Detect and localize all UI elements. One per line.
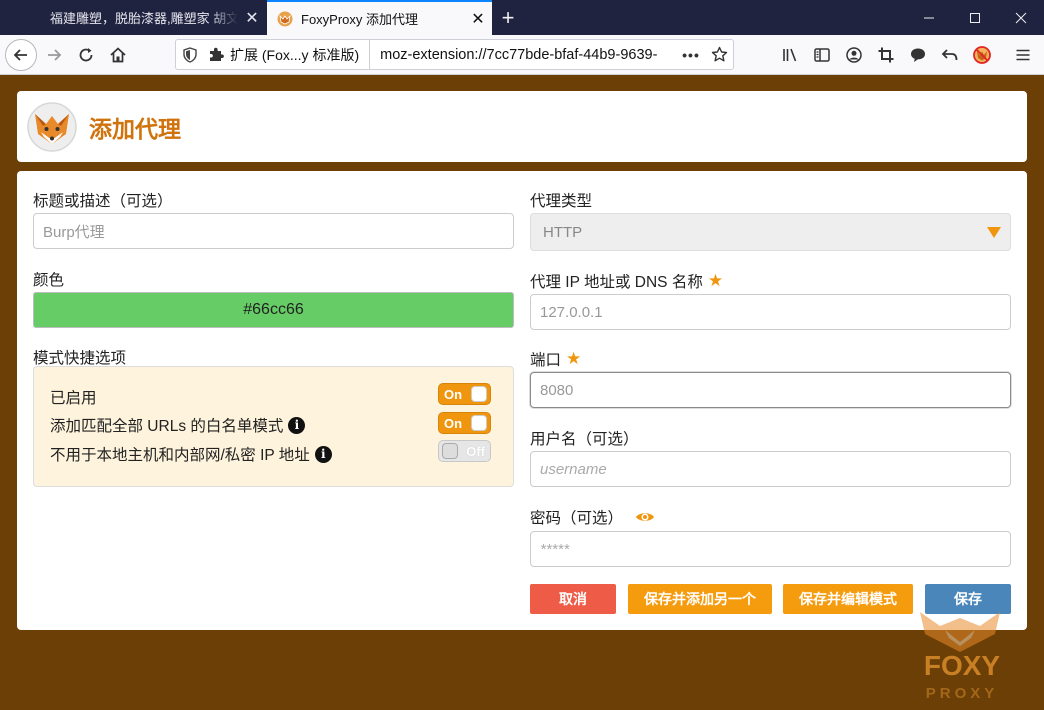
pattern-options-label: 模式快捷选项 [33,350,127,367]
password-label-text: 密码（可选） [530,510,624,527]
forward-icon[interactable] [38,39,70,71]
color-picker[interactable]: #66cc66 [33,292,514,328]
extension-identity[interactable]: 扩展 (Fox...y 标准版) [204,40,371,69]
caret-down-icon [987,227,1001,238]
close-tab-icon[interactable]: ✕ [238,4,266,32]
back-icon[interactable] [5,39,37,71]
proxy-host-input[interactable]: 127.0.0.1 [530,294,1011,330]
tab-label: FoxyProxy 添加代理 [301,12,419,27]
port-label: 端口 ★ [530,348,581,370]
close-tab-icon[interactable]: ✕ [464,5,492,33]
account-icon[interactable] [838,39,870,71]
option-label: 不用于本地主机和内部网/私密 IP 地址 [50,447,310,464]
port-label-text: 端口 [530,352,562,369]
cancel-button[interactable]: 取消 [530,584,616,614]
tracking-shield-icon[interactable] [176,46,204,63]
tab-label: 福建雕塑，脱胎漆器,雕塑家 胡文平 [50,11,238,26]
save-and-add-another-button[interactable]: 保存并添加另一个 [628,584,772,614]
proxy-form: 标题或描述（可选） Burp代理 颜色 #66cc66 模式快捷选项 已启用 O… [17,171,1027,630]
info-icon[interactable]: i [288,416,306,434]
toggle-knob [442,443,458,459]
toggle-state: On [444,415,463,431]
title-input[interactable]: Burp代理 [33,213,514,249]
screenshot-crop-icon[interactable] [870,39,902,71]
reload-icon[interactable] [70,39,102,71]
minimize-icon[interactable] [906,0,952,35]
save-and-edit-patterns-button[interactable]: 保存并编辑模式 [783,584,913,614]
puzzle-piece-icon [210,47,224,61]
required-star-icon: ★ [707,271,724,290]
proxy-host-label: 代理 IP 地址或 DNS 名称 ★ [530,270,723,292]
proxy-type-label: 代理类型 [530,193,593,210]
info-icon[interactable]: i [314,445,332,463]
option-label: 已启用 [50,390,97,407]
password-input[interactable]: ***** [530,531,1011,567]
proxy-type-select[interactable]: HTTP [530,213,1011,251]
new-tab-icon[interactable]: + [494,4,522,32]
header-card: 添加代理 [17,91,1027,162]
title-bar: 福建雕塑，脱胎漆器,雕塑家 胡文平 ✕ FoxyProxy 添加代理 ✕ + [0,0,1044,35]
color-field-label: 颜色 [33,272,65,289]
hamburger-menu-icon[interactable] [1007,39,1039,71]
toggle-state: On [444,386,463,402]
option-whitelist-all: 添加匹配全部 URLs 的白名单模式 i [50,414,306,436]
password-label: 密码（可选） [530,506,655,528]
chat-bubble-icon[interactable] [902,39,934,71]
library-icon[interactable] [774,39,806,71]
foxyproxy-watermark-logo: FOXY PROXY [920,612,1001,702]
home-icon[interactable] [102,39,134,71]
exclude-local-toggle[interactable]: Off [438,440,491,462]
tab-inactive[interactable]: 福建雕塑，脱胎漆器,雕塑家 胡文平 ✕ [40,0,266,35]
extension-label: 扩展 (Fox...y 标准版) [230,46,360,63]
required-star-icon: ★ [566,349,582,368]
watermark-line1: FOXY [924,650,1001,681]
title-field-label: 标题或描述（可选） [33,193,173,210]
save-button[interactable]: 保存 [925,584,1011,614]
url-text[interactable]: moz-extension://7cc77bde-bfaf-44b9-9639- [370,47,677,63]
sidebar-icon[interactable] [806,39,838,71]
close-window-icon[interactable] [998,0,1044,35]
option-enabled: 已启用 [50,386,97,408]
pattern-options-box: 已启用 On 添加匹配全部 URLs 的白名单模式 i On 不用于本地主机和内… [33,366,514,487]
extension-page: 添加代理 标题或描述（可选） Burp代理 颜色 #66cc66 模式快捷选项 … [0,76,1044,710]
username-label: 用户名（可选） [530,431,639,448]
enabled-toggle[interactable]: On [438,383,491,405]
option-exclude-local: 不用于本地主机和内部网/私密 IP 地址 i [50,443,332,465]
undo-arrow-icon[interactable] [934,39,966,71]
eye-icon[interactable] [635,510,655,524]
navigation-bar: 扩展 (Fox...y 标准版) moz-extension://7cc77bd… [0,35,1044,75]
port-input[interactable]: 8080 [530,372,1011,408]
bookmark-star-icon[interactable] [705,46,733,63]
page-actions-icon[interactable]: ••• [677,47,705,63]
page-title: 添加代理 [89,115,181,142]
maximize-icon[interactable] [952,0,998,35]
watermark-line2: PROXY [926,685,999,702]
foxyproxy-favicon-icon [277,11,293,26]
foxyproxy-logo-icon [27,101,77,152]
option-label: 添加匹配全部 URLs 的白名单模式 [50,418,284,435]
foxyproxy-extension-icon[interactable] [966,39,998,71]
username-input[interactable]: username [530,451,1011,487]
whitelist-all-toggle[interactable]: On [438,412,491,434]
proxy-type-value: HTTP [543,223,583,241]
proxy-host-label-text: 代理 IP 地址或 DNS 名称 [530,274,703,291]
tab-active[interactable]: FoxyProxy 添加代理 ✕ [267,0,492,35]
toggle-knob [471,415,487,431]
url-bar[interactable]: 扩展 (Fox...y 标准版) moz-extension://7cc77bd… [175,39,734,70]
toggle-state: Off [466,443,485,459]
toggle-knob [471,386,487,402]
